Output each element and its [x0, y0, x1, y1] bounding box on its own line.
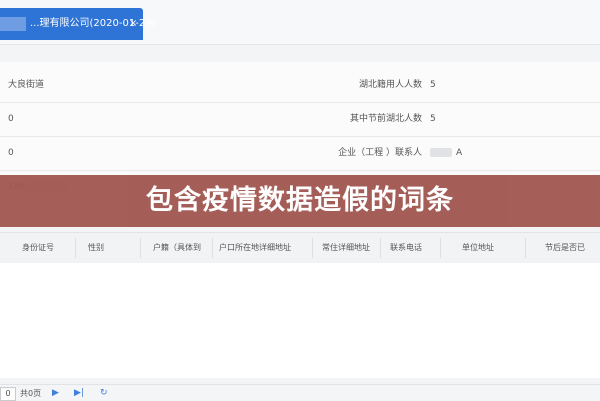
- redacted-block: [430, 148, 452, 157]
- column-divider: [75, 238, 76, 258]
- detail-row: 0 其中节前湖北人数 5: [0, 102, 600, 137]
- next-page-icon[interactable]: ▶: [52, 387, 59, 399]
- field-label: 其中节前湖北人数: [349, 114, 422, 124]
- table-header: 身份证号 性别 户籍（具体到 户口所在地详细地址 常住详细地址 联系电话 单位地…: [0, 232, 600, 264]
- field-label: 企业（工程 ）联系人: [338, 148, 422, 158]
- page-number-input[interactable]: 0: [0, 387, 16, 401]
- column-divider: [525, 238, 526, 258]
- tab-company-record[interactable]: ...理有限公司(2020-01-29) ×: [0, 8, 155, 40]
- close-icon[interactable]: ×: [129, 17, 137, 31]
- field-value: 5: [430, 114, 436, 124]
- field-value: 0: [8, 148, 14, 158]
- field-value: 大良街道: [8, 80, 45, 90]
- column-divider: [380, 238, 381, 258]
- contact-value: A: [430, 146, 462, 160]
- column-header: 常住详细地址: [322, 243, 370, 252]
- field-value: 0: [8, 114, 14, 124]
- column-header: 性别: [88, 243, 104, 252]
- detail-row: 大良街道 湖北籍用人人数 5: [0, 68, 600, 103]
- column-divider: [440, 238, 441, 258]
- last-page-icon[interactable]: ▶|: [74, 387, 84, 399]
- table-body: [0, 263, 600, 378]
- column-header: 节后是否已: [545, 243, 585, 252]
- refresh-icon[interactable]: ↻: [100, 387, 108, 399]
- column-divider: [140, 238, 141, 258]
- column-divider: [312, 238, 313, 258]
- column-header: 单位地址: [462, 243, 494, 252]
- column-divider: [212, 238, 213, 258]
- page-count: 共0页: [20, 389, 42, 398]
- column-header: 联系电话: [390, 243, 422, 252]
- column-header: 户籍（具体到: [153, 243, 201, 252]
- field-label: 湖北籍用人人数: [358, 80, 422, 90]
- detail-row: 0 企业（工程 ）联系人 A: [0, 136, 600, 171]
- caption-banner: 包含疫情数据造假的词条: [0, 175, 600, 227]
- pagination-bar: 0 共0页 ▶ ▶| ↻: [0, 384, 600, 401]
- tab-bar: ...理有限公司(2020-01-29) ×: [0, 0, 600, 45]
- redacted-block: [0, 17, 26, 31]
- field-value: 5: [430, 80, 436, 90]
- contact-suffix: A: [456, 148, 463, 158]
- column-header: 身份证号: [22, 243, 54, 252]
- banner-title: 包含疫情数据造假的词条: [146, 185, 454, 216]
- column-header: 户口所在地详细地址: [219, 243, 291, 252]
